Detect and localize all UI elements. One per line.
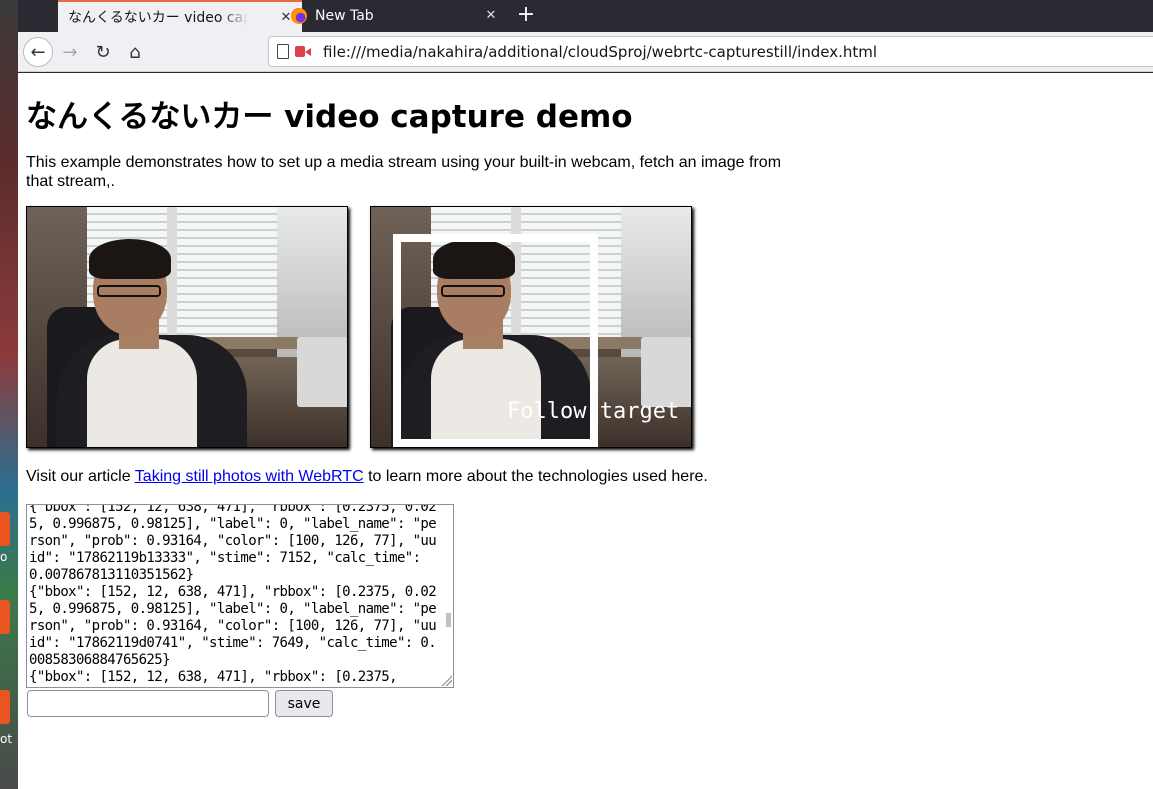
follow-target-label: Follow target — [507, 399, 680, 424]
intro-text: This example demonstrates how to set up … — [26, 154, 782, 190]
address-bar[interactable]: file:///media/nakahira/additional/cloudS… — [268, 36, 1153, 67]
captured-photo: Follow target — [370, 206, 692, 448]
webcam-video — [26, 206, 348, 448]
new-tab-button[interactable]: + — [512, 2, 540, 30]
save-button[interactable]: save — [275, 690, 333, 717]
desktop-strip: o ot — [0, 0, 18, 789]
tab-new-tab[interactable]: New Tab ✕ — [285, 0, 507, 32]
desktop-label: ot — [0, 732, 13, 746]
page-title: なんくるないカー video capture demo — [26, 99, 633, 135]
detection-log-text: {"bbox": [152, 12, 638, 471], "rbbox": [… — [29, 504, 437, 685]
reload-button[interactable]: ↻ — [88, 37, 118, 67]
navigation-toolbar: ← → ↻ ⌂ file:///media/nakahira/additiona… — [18, 32, 1153, 72]
tab-bar: なんくるないカー video capture demo ✕ New Tab ✕ … — [18, 0, 1153, 32]
article-note-suffix: to learn more about the technologies use… — [363, 468, 708, 485]
desktop-file-icon[interactable] — [0, 512, 10, 546]
filename-input[interactable] — [27, 690, 269, 717]
scrollbar-thumb[interactable] — [446, 613, 451, 627]
article-note: Visit our article Taking still photos wi… — [26, 468, 708, 486]
tab-title: New Tab — [315, 8, 374, 24]
article-note-prefix: Visit our article — [26, 468, 135, 485]
home-button[interactable]: ⌂ — [120, 37, 150, 67]
firefox-icon — [291, 8, 307, 24]
article-link[interactable]: Taking still photos with WebRTC — [135, 468, 364, 485]
back-button[interactable]: ← — [23, 37, 53, 67]
camera-permission-icon[interactable] — [295, 46, 311, 57]
close-icon[interactable]: ✕ — [483, 8, 499, 24]
tab-video-capture-demo[interactable]: なんくるないカー video capture demo ✕ — [58, 0, 302, 32]
resize-grip-icon[interactable] — [440, 674, 452, 686]
page-content: なんくるないカー video capture demo This example… — [18, 73, 1153, 789]
page-icon[interactable] — [277, 44, 289, 59]
url-text[interactable]: file:///media/nakahira/additional/cloudS… — [323, 43, 877, 61]
forward-button[interactable]: → — [55, 37, 85, 67]
desktop-label: o — [0, 550, 8, 564]
desktop-file-icon[interactable] — [0, 690, 10, 724]
desktop-file-icon[interactable] — [0, 600, 10, 634]
detection-log-textarea[interactable]: {"bbox": [152, 12, 638, 471], "rbbox": [… — [26, 504, 454, 688]
tab-title: なんくるないカー video capture demo — [68, 10, 248, 26]
